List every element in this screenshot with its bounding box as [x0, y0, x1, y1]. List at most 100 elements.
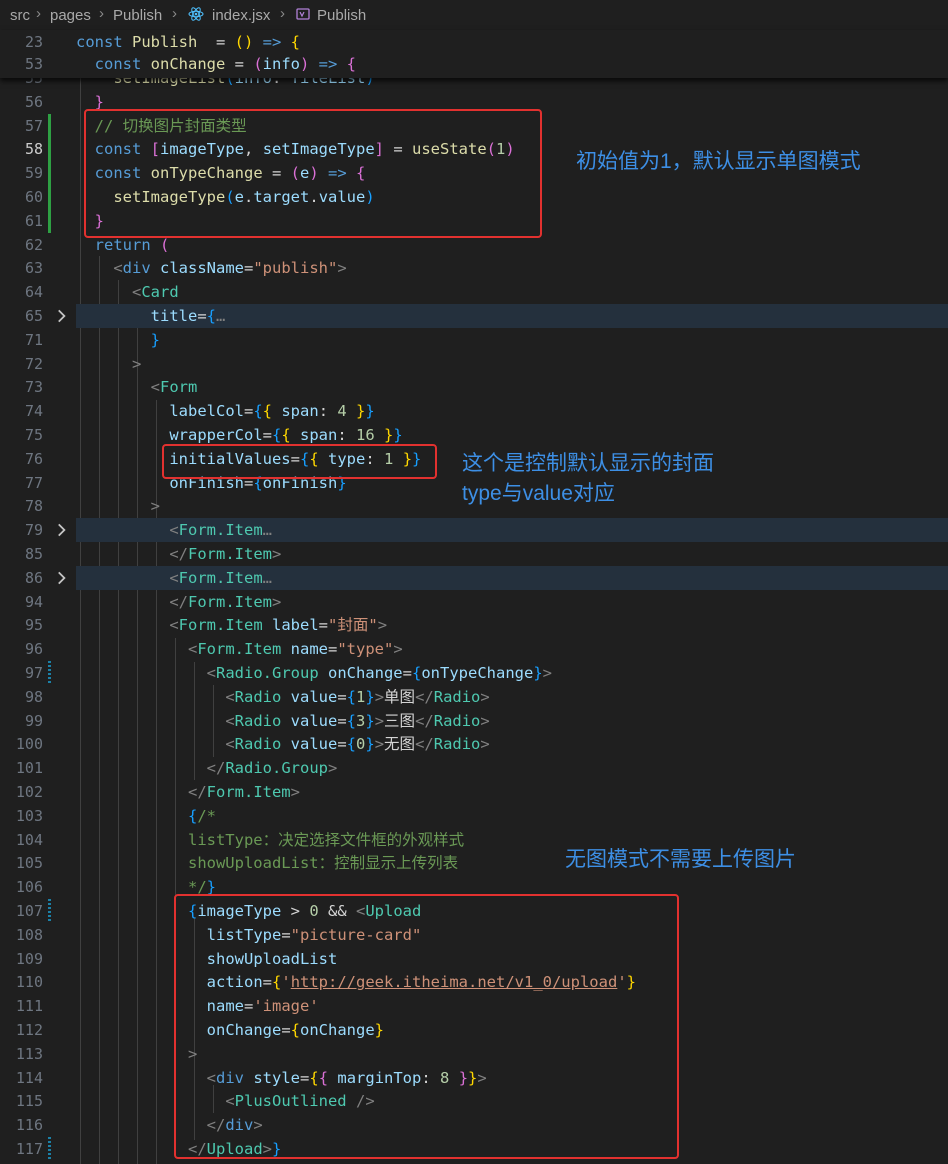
line-number: 114: [15, 1068, 43, 1087]
git-added-marker: [48, 208, 51, 233]
code-token: (): [234, 33, 254, 51]
code-token: {: [346, 711, 357, 730]
fold-chevron-icon[interactable]: [52, 569, 70, 587]
breadcrumb-pages[interactable]: pages: [50, 7, 91, 24]
code-token: >: [374, 735, 385, 754]
code-token: 三图: [384, 711, 416, 730]
line-number: 111: [15, 997, 43, 1016]
git-added-marker: [48, 137, 51, 162]
code-token: =: [243, 402, 254, 421]
code-token: {: [272, 426, 282, 444]
code-token: =: [318, 616, 329, 635]
line-number: 108: [15, 925, 43, 944]
code-line[interactable]: 104 listType：决定选择文件框的外观样式: [0, 828, 948, 852]
code-line[interactable]: 103 {/*: [0, 804, 948, 828]
code-line[interactable]: 99 <Radio value={3}>三图</Radio>: [0, 709, 948, 733]
code-line[interactable]: 65 title={…: [0, 304, 948, 328]
code-token: >: [327, 759, 338, 778]
code-token: {: [290, 33, 300, 51]
code-token: </: [187, 783, 207, 801]
code-line[interactable]: 96 <Form.Item name="type">: [0, 637, 948, 661]
annotation-note-cover-type: 这个是控制默认显示的封面: [462, 452, 714, 475]
code-line[interactable]: 98 <Radio value={1}>单图</Radio>: [0, 685, 948, 709]
line-number: 105: [15, 854, 43, 873]
code-token: >: [480, 735, 490, 754]
code-token: </: [169, 592, 188, 611]
code-token: /*: [197, 806, 216, 825]
code-token: <: [225, 687, 235, 706]
code-token: {: [281, 426, 291, 444]
line-number: 86: [24, 568, 43, 587]
fold-chevron-icon[interactable]: [52, 307, 70, 325]
line-number: 77: [24, 473, 43, 492]
line-number: 72: [24, 354, 43, 373]
code-text: <Form.Item name="type">: [76, 637, 403, 661]
code-line[interactable]: 86 <Form.Item…: [0, 565, 948, 590]
code-token: <: [187, 640, 198, 659]
code-text: <Form.Item label="封面">: [76, 613, 387, 637]
code-line[interactable]: 105 showUploadList：控制显示上传列表: [0, 851, 948, 875]
code-line[interactable]: 97 <Radio.Group onChange={onTypeChange}>: [0, 661, 948, 685]
code-token: Radio: [234, 735, 291, 754]
code-token: {: [262, 402, 273, 421]
code-line[interactable]: 101 </Radio.Group>: [0, 756, 948, 780]
code-line[interactable]: 71 }: [0, 328, 948, 352]
code-text: <div className="publish">: [76, 256, 346, 280]
fold-chevron-icon[interactable]: [52, 521, 70, 539]
code-line[interactable]: 95 <Form.Item label="封面">: [0, 613, 948, 637]
code-line[interactable]: 94 </Form.Item>: [0, 590, 948, 614]
code-line[interactable]: 74 labelCol={{ span: 4 }}: [0, 399, 948, 423]
code-line[interactable]: 63 <div className="publish">: [0, 256, 948, 280]
code-token: Radio.Group: [216, 664, 328, 682]
code-token: 单图: [384, 687, 416, 706]
code-line[interactable]: 102 </Form.Item>: [0, 780, 948, 804]
breadcrumb-symbol[interactable]: Publish: [317, 7, 366, 24]
code-token: Radio: [433, 711, 481, 730]
code-line[interactable]: 73 <Form: [0, 375, 948, 399]
line-number: 61: [24, 211, 43, 230]
code-line[interactable]: 79 <Form.Item…: [0, 518, 948, 543]
code-line[interactable]: 100 <Radio value={0}>无图</Radio>: [0, 732, 948, 756]
code-line[interactable]: 53 const onChange = (info) => {: [0, 52, 948, 76]
line-number: 60: [24, 188, 43, 206]
code-token: labelCol: [169, 402, 244, 421]
code-token: 3: [356, 711, 366, 730]
code-token: <: [225, 711, 235, 730]
code-token: (: [253, 55, 263, 73]
line-number: 79: [24, 521, 43, 540]
code-line[interactable]: 72 >: [0, 352, 948, 376]
code-token: span: [290, 426, 338, 444]
code-token: {: [346, 735, 357, 754]
code-line[interactable]: 85 </Form.Item>: [0, 542, 948, 566]
code-line[interactable]: 23 const Publish = () => {: [0, 30, 948, 54]
code-line[interactable]: 64 <Card: [0, 280, 948, 304]
code-token: }: [533, 664, 543, 682]
code-token: const: [94, 55, 151, 73]
line-number: 53: [24, 55, 43, 73]
code-token: …: [262, 568, 273, 587]
code-text: title={…: [76, 304, 226, 328]
code-token: >: [374, 687, 385, 706]
breadcrumb-file[interactable]: index.jsx: [212, 7, 270, 24]
line-number: 78: [24, 497, 43, 516]
code-line[interactable]: 75 wrapperCol={{ span: 16 }}: [0, 423, 948, 447]
breadcrumb-publish-folder[interactable]: Publish: [113, 7, 162, 24]
line-number: 116: [15, 1116, 43, 1135]
code-token: (: [160, 235, 170, 254]
code-text: <Radio value={0}>无图</Radio>: [76, 732, 490, 756]
annotation-note-type-value: type与value对应: [462, 482, 615, 505]
code-token: title: [150, 307, 198, 325]
breadcrumb-src[interactable]: src: [10, 7, 30, 24]
code-token: =: [337, 735, 347, 754]
git-added-marker: [48, 113, 51, 138]
